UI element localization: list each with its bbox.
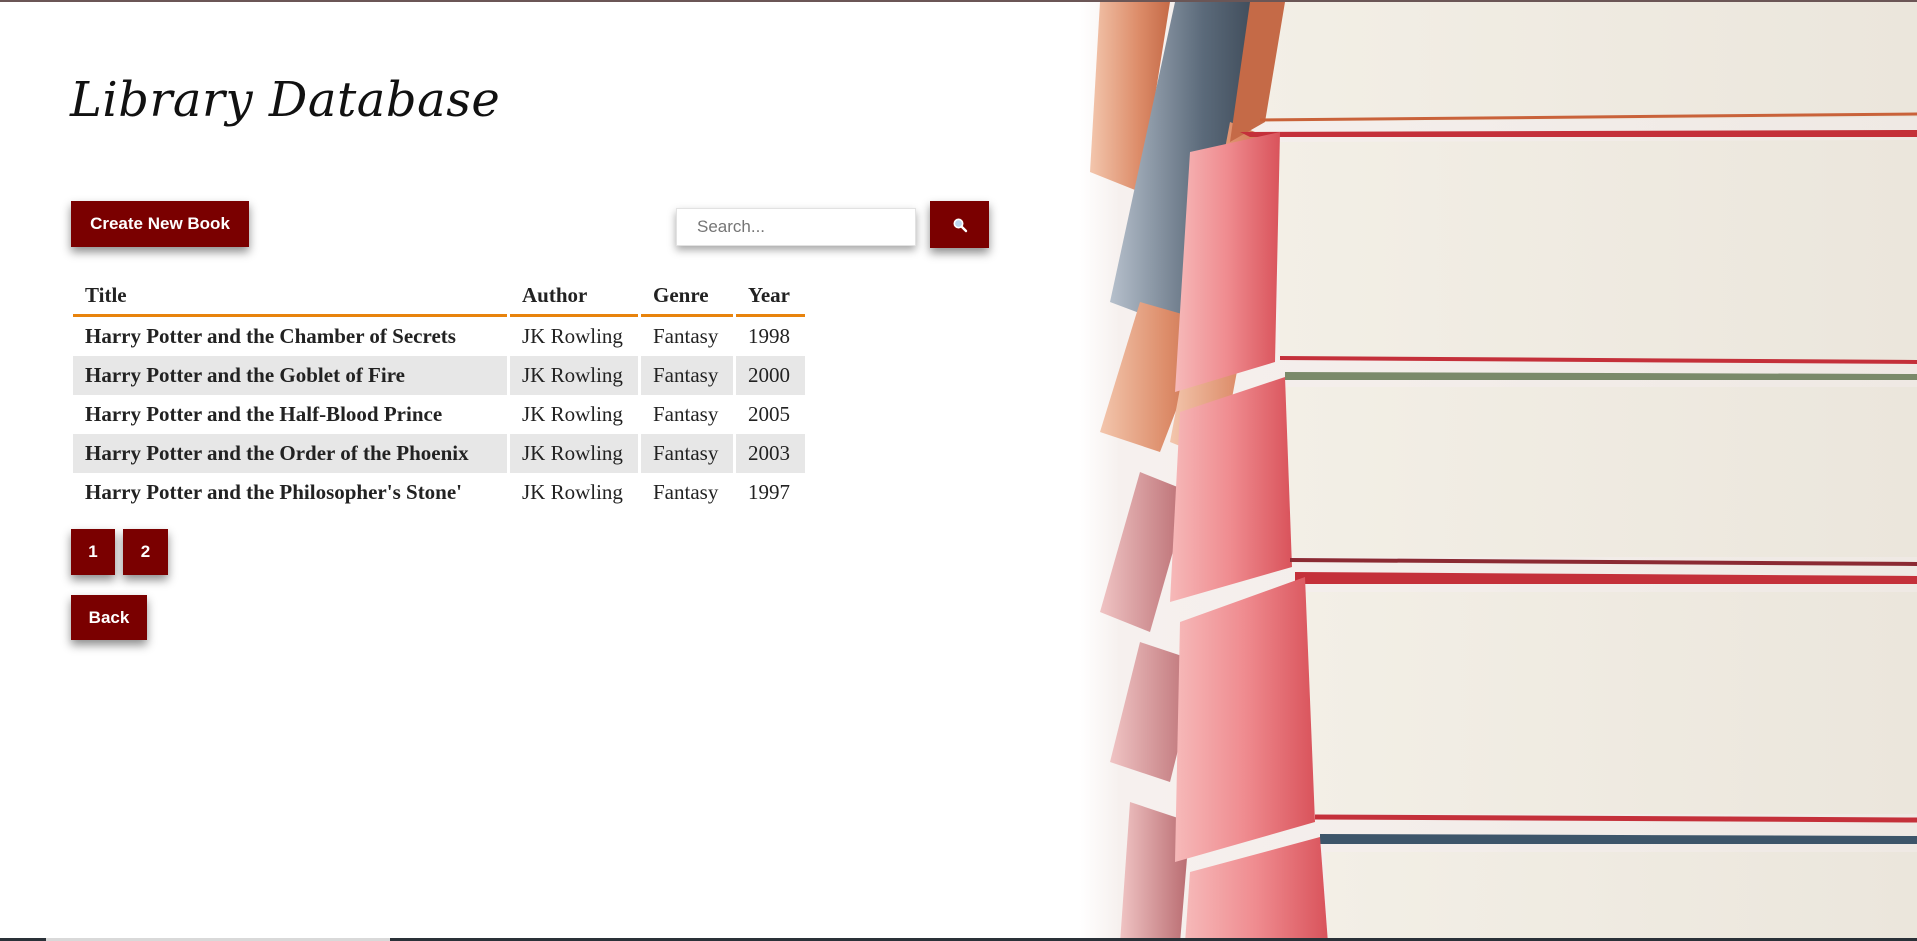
cell-author: JK Rowling (510, 434, 638, 473)
back-button[interactable]: Back (71, 595, 147, 640)
cell-year: 1998 (748, 324, 790, 348)
cell-author: JK Rowling (510, 356, 638, 395)
cell-genre: Fantasy (641, 434, 733, 473)
cell-author: JK Rowling (522, 480, 623, 504)
table-row[interactable]: Harry Potter and the Order of the Phoeni… (73, 434, 805, 473)
table-row[interactable]: Harry Potter and the Goblet of Fire JK R… (73, 356, 805, 395)
cell-author: JK Rowling (522, 402, 623, 426)
search-button[interactable] (930, 201, 989, 248)
book-stack-illustration (1090, 2, 1917, 941)
table-header-row: Title Author Genre Year (73, 276, 805, 317)
cell-title[interactable]: Harry Potter and the Chamber of Secrets (73, 317, 507, 356)
cell-title[interactable]: Harry Potter and the Half-Blood Prince (73, 395, 507, 434)
table-row[interactable]: Harry Potter and the Philosopher's Stone… (73, 473, 805, 512)
cell-year: 2003 (736, 434, 805, 473)
column-header-genre[interactable]: Genre (641, 276, 733, 317)
cell-author: JK Rowling (522, 324, 623, 348)
cell-year: 2000 (736, 356, 805, 395)
cell-title[interactable]: Harry Potter and the Order of the Phoeni… (73, 434, 507, 473)
table-row[interactable]: Harry Potter and the Chamber of Secrets … (73, 317, 805, 356)
page-title: Library Database (70, 72, 501, 128)
create-new-book-button[interactable]: Create New Book (71, 201, 249, 247)
books-stack-image (1080, 2, 1917, 941)
cell-year: 1997 (748, 480, 790, 504)
page-2-button[interactable]: 2 (123, 529, 168, 575)
cell-genre: Fantasy (641, 356, 733, 395)
search-icon (952, 217, 968, 233)
column-header-title[interactable]: Title (73, 276, 507, 317)
column-header-author[interactable]: Author (510, 276, 638, 317)
cell-genre: Fantasy (653, 402, 719, 426)
cell-genre: Fantasy (653, 324, 719, 348)
page: Library Database Create New Book Title A… (0, 0, 1917, 941)
cell-title[interactable]: Harry Potter and the Philosopher's Stone… (73, 473, 507, 512)
page-1-button[interactable]: 1 (71, 529, 115, 575)
table-row[interactable]: Harry Potter and the Half-Blood Prince J… (73, 395, 805, 434)
books-table: Title Author Genre Year Harry Potter and… (70, 276, 808, 512)
main-panel: Library Database Create New Book Title A… (0, 2, 1080, 941)
cell-year: 2005 (748, 402, 790, 426)
search-input[interactable] (676, 208, 916, 246)
cell-title[interactable]: Harry Potter and the Goblet of Fire (73, 356, 507, 395)
column-header-year[interactable]: Year (736, 276, 805, 317)
cell-genre: Fantasy (653, 480, 719, 504)
